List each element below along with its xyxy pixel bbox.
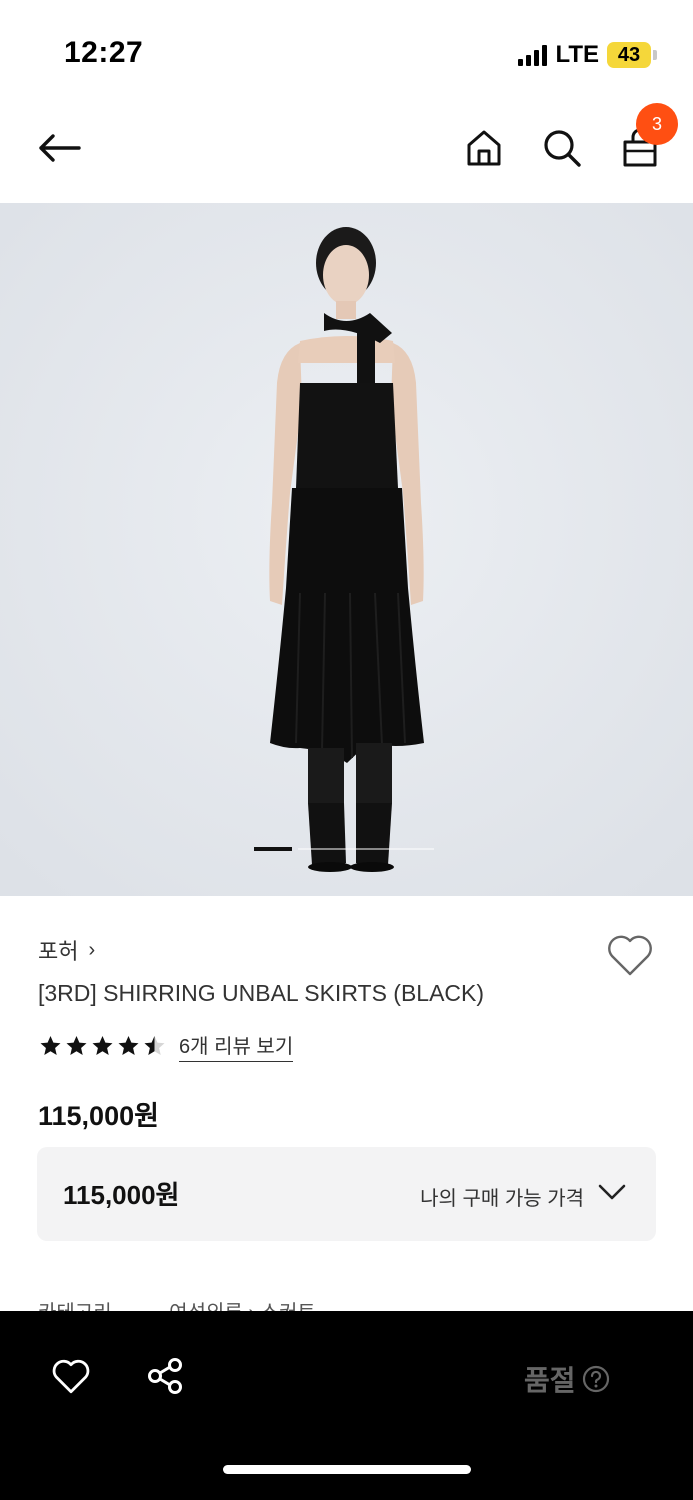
search-button[interactable] — [538, 124, 586, 172]
rating-row: 6개 리뷰 보기 — [38, 1030, 294, 1062]
my-price-label: 나의 구매 가능 가격 — [420, 1188, 584, 1210]
heart-icon — [52, 1359, 90, 1394]
gallery-pager — [254, 847, 434, 851]
sold-out-label: 품절 — [524, 1365, 576, 1396]
status-time: 12:27 — [64, 36, 144, 69]
my-price-value: 115,000원 — [63, 1180, 180, 1210]
star-icon — [66, 1036, 87, 1055]
star-rating — [38, 1034, 167, 1058]
network-type: LTE — [555, 41, 599, 68]
home-button[interactable] — [460, 124, 508, 172]
status-bar: 12:27 LTE 43 — [0, 0, 693, 100]
star-icon — [40, 1036, 61, 1055]
battery-level: 43 — [607, 42, 651, 68]
star-icon — [92, 1036, 113, 1055]
arrow-left-icon — [39, 134, 81, 162]
signal-icon — [518, 44, 548, 66]
question-circle-icon[interactable] — [582, 1365, 610, 1393]
wishlist-button[interactable] — [606, 932, 654, 978]
chevron-right-icon: › — [88, 938, 96, 961]
sold-out-status: 품절 — [524, 1359, 610, 1399]
half-star-icon — [144, 1036, 165, 1055]
star-icon — [118, 1036, 139, 1055]
heart-icon — [608, 935, 652, 976]
brand-link[interactable]: 포허 › — [38, 934, 95, 966]
battery-icon: 43 — [607, 42, 657, 68]
chevron-down-icon — [598, 1184, 626, 1200]
my-price-dropdown[interactable]: 115,000원 나의 구매 가능 가격 — [37, 1147, 656, 1241]
product-price: 115,000원 — [38, 1101, 159, 1131]
product-title: [3RD] SHIRRING UNBAL SKIRTS (BLACK) — [38, 980, 485, 1006]
top-navigation: 3 — [0, 100, 693, 203]
back-button[interactable] — [32, 124, 86, 172]
search-icon — [544, 130, 581, 167]
reviews-link[interactable]: 6개 리뷰 보기 — [179, 1030, 294, 1062]
pager-active-indicator — [254, 847, 292, 851]
status-indicators: LTE 43 — [518, 40, 657, 70]
product-photo — [0, 203, 693, 896]
brand-name: 포허 — [38, 939, 79, 964]
share-icon — [148, 1358, 182, 1394]
bottom-action-bar: 품절 — [0, 1311, 693, 1500]
home-indicator[interactable] — [223, 1465, 471, 1474]
product-image-gallery[interactable] — [0, 203, 693, 896]
share-button[interactable] — [142, 1353, 188, 1399]
pager-track — [298, 848, 434, 850]
bottom-wishlist-button[interactable] — [48, 1355, 94, 1399]
home-icon — [467, 130, 501, 166]
cart-count-badge: 3 — [636, 103, 678, 145]
